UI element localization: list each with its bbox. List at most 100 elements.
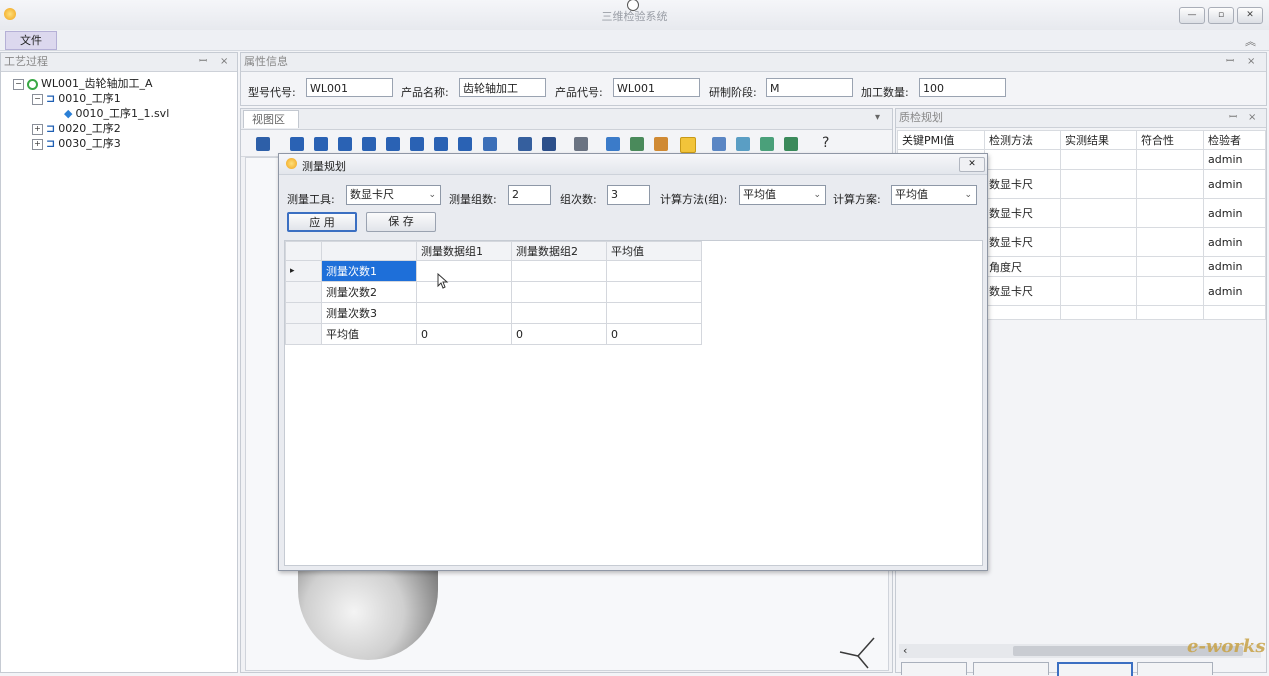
- screenshot-icon[interactable]: [518, 137, 532, 151]
- file-menu[interactable]: 文件: [5, 31, 57, 50]
- tab-dropdown-icon[interactable]: ▾: [875, 112, 880, 123]
- pin-icon[interactable]: ꟷ: [1229, 109, 1237, 127]
- tool-select[interactable]: 数显卡尺 ⌄: [346, 185, 441, 205]
- table-cell[interactable]: admin: [1203, 256, 1266, 277]
- close-icon[interactable]: ×: [1247, 53, 1255, 71]
- view-section-icon[interactable]: [483, 137, 497, 151]
- product-code-field[interactable]: WL001: [613, 78, 700, 97]
- tree-node-root[interactable]: − WL001_齿轮轴加工_A: [13, 75, 153, 91]
- table-cell[interactable]: 数显卡尺: [984, 169, 1061, 199]
- save-button[interactable]: 保 存: [366, 212, 436, 232]
- model-code-field[interactable]: WL001: [306, 78, 393, 97]
- table-cell[interactable]: admin: [1203, 227, 1266, 257]
- tab-view-area[interactable]: 视图区 ×: [243, 110, 299, 144]
- table-cell[interactable]: [1060, 149, 1137, 170]
- zoom-window-icon[interactable]: [736, 137, 750, 151]
- table-cell[interactable]: 0: [511, 323, 607, 345]
- table-cell[interactable]: [1136, 227, 1204, 257]
- export-icon[interactable]: [784, 137, 798, 151]
- table-cell[interactable]: [1203, 305, 1266, 320]
- bottom-button-1[interactable]: [901, 662, 967, 675]
- tree-node-op3[interactable]: + ⊐ 0030_工序3: [32, 135, 121, 151]
- table-cell[interactable]: admin: [1203, 169, 1266, 199]
- table-cell[interactable]: [606, 260, 702, 282]
- row-label[interactable]: 测量次数1: [321, 260, 417, 282]
- close-button[interactable]: ✕: [1237, 7, 1263, 24]
- table-cell[interactable]: admin: [1203, 149, 1266, 170]
- table-cell[interactable]: [1136, 256, 1204, 277]
- table-cell[interactable]: [1136, 169, 1204, 199]
- table-cell[interactable]: 数显卡尺: [984, 276, 1061, 306]
- pan-icon[interactable]: [760, 137, 774, 151]
- open-file-icon[interactable]: [256, 137, 270, 151]
- table-cell[interactable]: [511, 302, 607, 324]
- table-cell[interactable]: [1060, 305, 1137, 320]
- table-cell[interactable]: [984, 149, 1061, 170]
- groups-input[interactable]: 2: [508, 185, 551, 205]
- bottom-button-4[interactable]: [1137, 662, 1213, 675]
- help-icon[interactable]: ?: [822, 135, 829, 151]
- table-cell[interactable]: [416, 260, 512, 282]
- tree-node-op2[interactable]: + ⊐ 0020_工序2: [32, 120, 121, 136]
- method-select[interactable]: 平均值 ⌄: [739, 185, 826, 205]
- table-cell[interactable]: [416, 302, 512, 324]
- table-cell[interactable]: [1136, 305, 1204, 320]
- table-cell[interactable]: admin: [1203, 198, 1266, 228]
- dialog-close-button[interactable]: ✕: [959, 157, 985, 172]
- grid-header-average[interactable]: 平均值: [606, 241, 702, 261]
- close-icon[interactable]: ×: [220, 53, 228, 71]
- row-label[interactable]: 平均值: [321, 323, 417, 345]
- table-cell[interactable]: [1060, 198, 1137, 228]
- view-iso-icon[interactable]: [434, 137, 448, 151]
- grid-header-group1[interactable]: 测量数据组1: [416, 241, 512, 261]
- table-cell[interactable]: [1060, 227, 1137, 257]
- collapse-ribbon-icon[interactable]: ︽: [1245, 33, 1256, 49]
- collapse-icon[interactable]: −: [32, 93, 43, 105]
- col-header-conformity[interactable]: 符合性: [1136, 130, 1204, 150]
- pmi-icon[interactable]: [630, 137, 644, 151]
- maximize-button[interactable]: ▫: [1208, 7, 1234, 24]
- table-cell[interactable]: 角度尺: [984, 256, 1061, 277]
- tree-node-op1[interactable]: − ⊐ 0010_工序1: [32, 90, 121, 106]
- view-fit-icon[interactable]: [458, 137, 472, 151]
- table-cell[interactable]: [1060, 256, 1137, 277]
- dev-stage-field[interactable]: M: [766, 78, 853, 97]
- pin-icon[interactable]: ꟷ: [199, 53, 207, 71]
- rotate-icon[interactable]: [712, 137, 726, 151]
- pin-icon[interactable]: ꟷ: [1226, 53, 1234, 71]
- times-input[interactable]: 3: [607, 185, 650, 205]
- annotation-icon[interactable]: [654, 137, 668, 151]
- view-bottom-icon[interactable]: [410, 137, 424, 151]
- table-row[interactable]: ▸ 测量次数1: [285, 260, 702, 282]
- collapse-icon[interactable]: −: [13, 78, 24, 90]
- apply-button[interactable]: 应 用: [287, 212, 357, 232]
- view-back-icon[interactable]: [314, 137, 328, 151]
- table-cell[interactable]: [606, 302, 702, 324]
- col-header-method[interactable]: 检测方法: [984, 130, 1061, 150]
- product-name-field[interactable]: 齿轮轴加工: [459, 78, 546, 97]
- table-cell[interactable]: [1136, 276, 1204, 306]
- col-header-pmi[interactable]: 关键PMI值: [897, 130, 985, 150]
- scheme-select[interactable]: 平均值 ⌄: [891, 185, 977, 205]
- table-cell[interactable]: 数显卡尺: [984, 198, 1061, 228]
- col-header-inspector[interactable]: 检验者: [1203, 130, 1266, 150]
- col-header-result[interactable]: 实测结果: [1060, 130, 1137, 150]
- close-icon[interactable]: ×: [1248, 109, 1256, 127]
- table-row[interactable]: 测量次数2: [285, 281, 702, 303]
- shade-icon[interactable]: [542, 137, 556, 151]
- table-row[interactable]: 测量次数3: [285, 302, 702, 324]
- quantity-field[interactable]: 100: [919, 78, 1006, 97]
- view-top-icon[interactable]: [386, 137, 400, 151]
- row-label[interactable]: 测量次数3: [321, 302, 417, 324]
- table-cell[interactable]: [606, 281, 702, 303]
- expand-icon[interactable]: +: [32, 138, 43, 150]
- table-cell[interactable]: [511, 260, 607, 282]
- bottom-button-3[interactable]: [1057, 662, 1133, 676]
- expand-icon[interactable]: +: [32, 123, 43, 135]
- grid-header-group2[interactable]: 测量数据组2: [511, 241, 607, 261]
- view-left-icon[interactable]: [338, 137, 352, 151]
- table-cell[interactable]: [984, 305, 1061, 320]
- table-cell[interactable]: [1060, 169, 1137, 199]
- bottom-button-2[interactable]: [973, 662, 1049, 675]
- tree-node-model-file[interactable]: ◆ 0010_工序1_1.svl: [64, 105, 169, 121]
